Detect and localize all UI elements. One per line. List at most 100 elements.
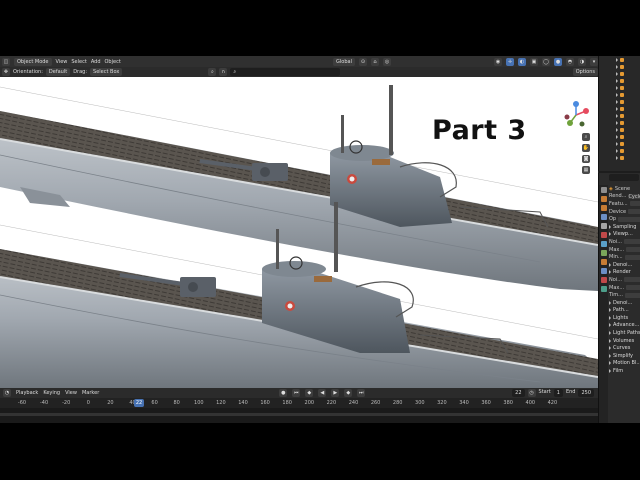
outliner-row[interactable]	[599, 154, 640, 161]
outliner-row[interactable]	[599, 56, 640, 63]
transform-tool-icon[interactable]: ✥	[2, 68, 10, 76]
properties-tab-icon[interactable]	[600, 232, 607, 238]
expand-icon[interactable]	[616, 99, 618, 104]
shading-solid-icon[interactable]: ●	[554, 57, 562, 66]
menu-marker[interactable]: Marker	[82, 390, 99, 396]
options-dropdown[interactable]: Options	[572, 68, 598, 76]
properties-tab-icon[interactable]	[600, 277, 607, 283]
expand-icon[interactable]	[616, 155, 618, 160]
properties-tab-icon[interactable]	[600, 241, 607, 247]
properties-field[interactable]: Device	[609, 208, 640, 216]
shading-options-icon[interactable]: ▾	[590, 57, 598, 66]
outliner-row[interactable]	[599, 63, 640, 70]
properties-field[interactable]: Min...	[609, 253, 640, 261]
magnet-icon[interactable]: ∩	[219, 68, 228, 76]
timeline-scrollbar[interactable]	[0, 413, 598, 416]
properties-field[interactable]: Rend...Cycles	[609, 193, 640, 201]
menu-view[interactable]: View	[56, 59, 68, 65]
properties-field[interactable]: Noi...	[609, 238, 640, 246]
expand-icon[interactable]	[616, 113, 618, 118]
properties-tab-icon[interactable]	[600, 250, 607, 256]
menu-timeline-view[interactable]: View	[65, 390, 77, 396]
properties-row-value[interactable]	[623, 277, 640, 283]
editor-type-icon[interactable]: ◫	[2, 57, 10, 66]
properties-section[interactable]: Viewp...	[609, 231, 640, 239]
play-icon[interactable]: ▶	[331, 389, 340, 397]
orientation-dropdown[interactable]: Default	[45, 68, 71, 76]
properties-section[interactable]: Path...	[609, 307, 640, 315]
start-field[interactable]: 1	[553, 389, 563, 397]
properties-field[interactable]: Tim...	[609, 291, 640, 299]
end-field[interactable]: 250	[578, 389, 594, 397]
expand-icon[interactable]	[616, 85, 618, 90]
properties-section[interactable]: Denoi...	[609, 299, 640, 307]
search-field[interactable]: ⌕	[230, 68, 341, 76]
properties-section[interactable]: Motion Bl...	[609, 360, 640, 368]
play-reverse-icon[interactable]: ◀	[318, 389, 327, 397]
properties-row-value[interactable]	[624, 292, 640, 298]
navigation-gizmo[interactable]	[562, 101, 590, 129]
outliner-row[interactable]	[599, 112, 640, 119]
properties-section[interactable]: Curves	[609, 344, 640, 352]
properties-field[interactable]: Max...	[609, 246, 640, 254]
expand-icon[interactable]	[616, 127, 618, 132]
clock-icon[interactable]: ◷	[527, 389, 536, 397]
shading-wire-icon[interactable]: ◯	[542, 57, 550, 66]
properties-row-value[interactable]	[626, 247, 640, 253]
snap-icon[interactable]: ⌂	[371, 57, 379, 66]
camera-icon[interactable]: ◙	[582, 155, 590, 163]
expand-icon[interactable]	[616, 64, 618, 69]
expand-icon[interactable]	[616, 71, 618, 76]
outliner-row[interactable]	[599, 91, 640, 98]
properties-row-value[interactable]: Cycles	[628, 193, 640, 200]
properties-row-value[interactable]	[618, 216, 640, 222]
properties-tab-icon[interactable]	[600, 259, 607, 265]
shading-material-icon[interactable]: ◓	[566, 57, 574, 66]
expand-icon[interactable]	[616, 134, 618, 139]
outliner-row[interactable]	[599, 126, 640, 133]
prev-key-icon[interactable]: ◆	[305, 389, 314, 397]
grid-icon[interactable]: ▦	[582, 166, 590, 174]
properties-search[interactable]	[609, 174, 639, 181]
drag-dropdown[interactable]: Select Box	[90, 68, 123, 76]
properties-section[interactable]: Light Paths	[609, 329, 640, 337]
properties-tab-icon[interactable]	[600, 223, 607, 229]
next-key-icon[interactable]: ◆	[344, 389, 353, 397]
timeline-track[interactable]	[0, 408, 598, 423]
outliner-row[interactable]	[599, 70, 640, 77]
properties-section[interactable]: Simplify	[609, 352, 640, 360]
transform-space-dropdown[interactable]: Global	[333, 57, 355, 66]
outliner-row[interactable]	[599, 140, 640, 147]
properties-field[interactable]: Op	[609, 215, 640, 223]
shading-rendered-icon[interactable]: ◑	[578, 57, 586, 66]
properties-row-value[interactable]	[629, 201, 640, 207]
properties-tab-icon[interactable]	[600, 205, 607, 211]
menu-keying[interactable]: Keying	[43, 390, 60, 396]
properties-row-value[interactable]	[623, 239, 640, 245]
menu-add[interactable]: Add	[91, 59, 101, 65]
xray-icon[interactable]: ▣	[530, 57, 538, 66]
outliner-row[interactable]	[599, 119, 640, 126]
pan-hand-icon[interactable]: ✋	[582, 144, 590, 152]
properties-row-value[interactable]	[624, 254, 640, 260]
properties-section[interactable]: Sampling	[609, 223, 640, 231]
jump-end-icon[interactable]: ⏭	[357, 389, 366, 397]
outliner-row[interactable]	[599, 147, 640, 154]
expand-icon[interactable]	[616, 106, 618, 111]
expand-icon[interactable]	[616, 148, 618, 153]
timeline-editor-icon[interactable]: ◔	[3, 389, 11, 397]
proportional-edit-icon[interactable]: ◎	[383, 57, 391, 66]
properties-row-value[interactable]	[628, 209, 640, 215]
outliner-row[interactable]	[599, 105, 640, 112]
menu-select[interactable]: Select	[71, 59, 86, 65]
outliner-row[interactable]	[599, 84, 640, 91]
properties-section[interactable]: Denoi...	[609, 261, 640, 269]
properties-field[interactable]: Featu...	[609, 200, 640, 208]
outliner-row[interactable]	[599, 98, 640, 105]
expand-icon[interactable]	[616, 57, 618, 62]
properties-field[interactable]: Noi...	[609, 276, 640, 284]
expand-icon[interactable]	[616, 120, 618, 125]
expand-icon[interactable]	[616, 92, 618, 97]
mode-dropdown[interactable]: Object Mode	[14, 57, 52, 66]
properties-tab-icon[interactable]	[600, 214, 607, 220]
